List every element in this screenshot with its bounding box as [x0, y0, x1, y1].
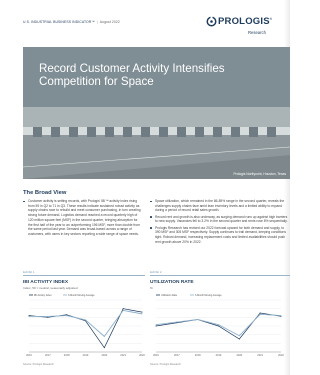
hero-banner: Record Customer Activity Intensifies Com…: [23, 47, 290, 179]
exhibit-subtitle: %: [150, 286, 153, 290]
hero-title: Record Customer Activity Intensifies Com…: [39, 62, 225, 89]
hero-caption: Prologis Northpoint, Houston, Texas: [233, 172, 286, 176]
exhibit-source: Source: Prologis Research: [150, 363, 181, 366]
bullet-item: Record rent and growth is also underway,…: [150, 215, 290, 224]
data-point: [122, 308, 124, 310]
logo-wordmark: PROLOGIS®: [218, 16, 272, 27]
x-tick-label: 2019: [216, 353, 222, 357]
data-point: [218, 325, 219, 327]
x-tick-label: 2020: [236, 353, 242, 357]
prologis-logo: PROLOGIS® Research: [204, 12, 284, 40]
utilization-rate-chart: Utilization Rate 3-Month Moving Average 20…: [153, 294, 284, 357]
data-point: [103, 335, 105, 337]
right-column: Space utilization, which remained in the…: [150, 199, 290, 246]
data-point: [259, 312, 261, 314]
prologis-mark-icon: [206, 16, 217, 27]
legend-entry: 3-Month Moving Average: [195, 294, 222, 297]
exhibit-title: UTILIZATION RATE: [150, 280, 194, 285]
x-tick-label: 2018: [195, 353, 201, 357]
data-point: [85, 319, 86, 321]
section-title: The Broad View: [23, 190, 67, 196]
exhibit-label: Exhibit 1: [23, 270, 35, 274]
data-point: [122, 309, 124, 311]
data-point: [66, 315, 68, 317]
data-point: [103, 347, 105, 349]
bullet-item: Customer activity is setting records, wi…: [23, 199, 143, 237]
data-point: [47, 315, 49, 317]
report-page: U.S. INDUSTRIAL BUSINESS INDICATOR™ | Au…: [0, 0, 290, 375]
data-point: [280, 315, 282, 317]
report-name: U.S. INDUSTRIAL BUSINESS INDICATOR™: [23, 20, 95, 24]
left-column: Customer activity is setting records, wi…: [23, 199, 143, 238]
data-point: [197, 319, 199, 320]
data-point: [259, 313, 261, 315]
data-point: [141, 313, 143, 315]
x-tick-label: 2020: [101, 353, 107, 357]
x-tick-label: 2016: [26, 353, 32, 357]
x-tick-label: 2018: [64, 353, 70, 357]
data-point: [28, 315, 30, 317]
x-tick-label: 2022: [139, 353, 145, 357]
exhibit-title: IBI ACTIVITY INDEX: [23, 280, 69, 285]
data-point: [66, 314, 68, 316]
exhibit-rule: [23, 275, 145, 276]
data-point: [28, 315, 30, 317]
data-point: [155, 325, 157, 327]
x-tick-label: 2019: [83, 353, 89, 357]
exhibit-label: Exhibit 2: [150, 270, 162, 274]
exhibit-rule: [150, 275, 290, 276]
logo-name: PROLOGIS: [218, 16, 270, 27]
x-tick-label: 2021: [120, 353, 126, 357]
bullet-item: Space utilization, which remained in the…: [150, 199, 290, 213]
bullet-item: Prologis Research has revised our 2022 f…: [150, 226, 290, 245]
legend-entry: 3-Month Moving Average: [68, 294, 95, 297]
data-point: [141, 311, 143, 313]
logo-research-label: Research: [248, 30, 266, 35]
legend-entry: Utilization Rate: [161, 294, 178, 297]
data-point: [155, 324, 157, 326]
x-tick-label: 2022: [278, 353, 284, 357]
exhibit-subtitle: Index, 50 = neutral, seasonally adjusted: [23, 286, 78, 290]
exhibit-source: Source: Prologis Research: [23, 363, 54, 366]
series-line: [29, 309, 143, 338]
report-header: U.S. INDUSTRIAL BUSINESS INDICATOR™ | Au…: [23, 20, 120, 24]
report-date: August 2022: [99, 20, 120, 24]
x-tick-label: 2017: [174, 353, 180, 357]
x-tick-label: 2017: [45, 353, 51, 357]
x-tick-label: 2021: [257, 353, 263, 357]
data-point: [238, 338, 240, 340]
data-point: [238, 335, 240, 337]
legend-entry: IBI Activity Index: [34, 294, 52, 297]
series-line: [28, 308, 143, 349]
exhibit-1: Exhibit 1 IBI ACTIVITY INDEX Index, 50 =…: [23, 270, 145, 370]
header-separator: |: [96, 20, 98, 24]
logo-registered: ®: [269, 16, 273, 21]
x-tick-label: 2016: [153, 353, 159, 357]
ibi-activity-chart: IBI Activity Index 3-Month Moving Average…: [26, 294, 145, 357]
data-point: [218, 324, 219, 326]
data-point: [47, 316, 49, 318]
exhibit-2: Exhibit 2 UTILIZATION RATE % Utilization…: [150, 270, 290, 370]
data-point: [176, 321, 178, 323]
